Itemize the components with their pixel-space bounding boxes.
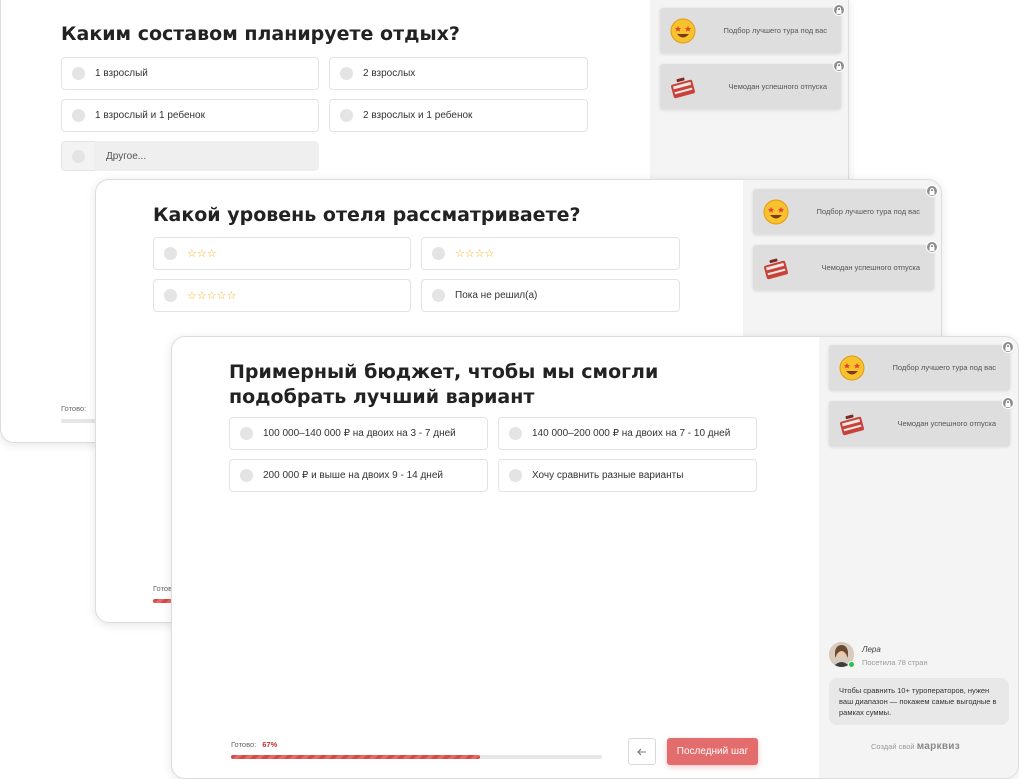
online-status-icon xyxy=(848,661,855,668)
option-label: Хочу сравнить разные варианты xyxy=(532,470,684,481)
question-title: Примерный бюджет, чтобы мы смогли подобр… xyxy=(229,361,659,408)
lock-icon xyxy=(833,4,845,16)
option-budget-140-200[interactable]: 140 000–200 000 ₽ на двоих на 7 - 10 дне… xyxy=(498,417,757,450)
brand-logo: марквиз xyxy=(916,741,961,752)
option-1-adult-1-child[interactable]: 1 взрослый и 1 ребенок xyxy=(61,99,319,132)
option-label: 200 000 ₽ и выше на двоих 9 - 14 дней xyxy=(263,470,443,481)
brand-link[interactable]: Создай свой марквиз xyxy=(871,741,960,752)
radio-icon xyxy=(71,149,85,163)
star-struck-emoji-icon xyxy=(839,355,865,381)
option-label: 1 взрослый xyxy=(95,68,148,79)
option-label: 100 000–140 000 ₽ на двоих на 3 - 7 дней xyxy=(263,428,456,439)
back-button[interactable] xyxy=(628,738,656,765)
radio-icon xyxy=(432,289,445,302)
option-label: 2 взрослых xyxy=(363,68,416,79)
lock-icon xyxy=(926,241,938,253)
radio-icon xyxy=(509,427,522,440)
option-undecided[interactable]: Пока не решил(а) xyxy=(421,279,680,312)
lock-icon xyxy=(833,60,845,72)
progress-fill xyxy=(231,755,480,759)
bonus-label: Чемодан успешного отпуска xyxy=(821,262,920,272)
bonus-label: Подбор лучшего тура под вас xyxy=(892,362,996,372)
suitcase-icon xyxy=(671,77,695,99)
lock-icon xyxy=(926,185,938,197)
option-compare[interactable]: Хочу сравнить разные варианты xyxy=(498,459,757,492)
option-label: 140 000–200 000 ₽ на двоих на 7 - 10 дне… xyxy=(532,428,731,439)
bonus-label: Подбор лучшего тура под вас xyxy=(723,25,827,35)
option-4-stars[interactable]: ☆☆☆☆ xyxy=(421,237,680,270)
bonus-card-suitcase: Чемодан успешного отпуска xyxy=(829,397,1014,446)
bonus-card-tour: Подбор лучшего тура под вас xyxy=(829,341,1014,390)
radio-icon xyxy=(340,109,353,122)
radio-icon xyxy=(164,247,177,260)
bonus-card-tour: Подбор лучшего тура под вас xyxy=(753,185,938,234)
consultant-name: Лера xyxy=(862,645,881,654)
question-title: Какой уровень отеля рассматриваете? xyxy=(153,204,581,226)
radio-icon xyxy=(240,469,253,482)
option-2-adults[interactable]: 2 взрослых xyxy=(329,57,588,90)
question-title: Каким составом планируете отдых? xyxy=(61,23,460,45)
suitcase-icon xyxy=(764,258,788,280)
option-budget-200-plus[interactable]: 200 000 ₽ и выше на двоих 9 - 14 дней xyxy=(229,459,488,492)
progress-label: Готово: xyxy=(61,404,87,413)
progress-value: 67% xyxy=(262,740,278,749)
option-1-adult[interactable]: 1 взрослый xyxy=(61,57,319,90)
bonus-label: Чемодан успешного отпуска xyxy=(897,418,996,428)
other-input[interactable]: Другое... xyxy=(94,141,319,171)
lock-icon xyxy=(1002,341,1014,353)
option-label: 1 взрослый и 1 ребенок xyxy=(95,110,205,121)
option-label: 2 взрослых и 1 ребенок xyxy=(363,110,473,121)
bonus-card-suitcase: Чемодан успешного отпуска xyxy=(753,241,938,290)
radio-icon xyxy=(72,67,85,80)
option-5-stars[interactable]: ☆☆☆☆☆ xyxy=(153,279,411,312)
arrow-left-icon xyxy=(637,748,646,755)
consultant-subtitle: Посетила 78 стран xyxy=(862,658,928,667)
radio-icon xyxy=(240,427,253,440)
suitcase-icon xyxy=(840,414,864,436)
option-2-adults-1-child[interactable]: 2 взрослых и 1 ребенок xyxy=(329,99,588,132)
bonus-label: Чемодан успешного отпуска xyxy=(728,81,827,91)
option-label: Пока не решил(а) xyxy=(455,290,538,301)
option-budget-100-140[interactable]: 100 000–140 000 ₽ на двоих на 3 - 7 дней xyxy=(229,417,488,450)
next-step-button[interactable]: Последний шаг xyxy=(667,738,758,765)
stars-icon: ☆☆☆☆ xyxy=(455,248,495,260)
option-other[interactable]: Другое... xyxy=(61,141,319,171)
radio-icon xyxy=(164,289,177,302)
option-3-stars[interactable]: ☆☆☆ xyxy=(153,237,411,270)
progress-bar xyxy=(231,755,602,759)
other-radio[interactable] xyxy=(61,141,94,171)
progress-label: Готово: 67% xyxy=(231,740,278,749)
radio-icon xyxy=(432,247,445,260)
radio-icon xyxy=(72,109,85,122)
radio-icon xyxy=(340,67,353,80)
bonus-sidebar: Подбор лучшего тура под вас Чемодан успе… xyxy=(819,337,1018,778)
bonus-card-suitcase: Чемодан успешного отпуска xyxy=(660,60,845,109)
star-struck-emoji-icon xyxy=(763,199,789,225)
lock-icon xyxy=(1002,397,1014,409)
stars-icon: ☆☆☆☆☆ xyxy=(187,290,237,302)
radio-icon xyxy=(509,469,522,482)
bonus-label: Подбор лучшего тура под вас xyxy=(816,206,920,216)
consultant-message: Чтобы сравнить 10+ туроператоров, нужен … xyxy=(829,678,1009,725)
consultant-header: Лера Посетила 78 стран xyxy=(829,642,1009,672)
bonus-card-tour: Подбор лучшего тура под вас xyxy=(660,4,845,53)
star-struck-emoji-icon xyxy=(670,18,696,44)
quiz-card-step-3: Примерный бюджет, чтобы мы смогли подобр… xyxy=(171,336,1019,779)
stars-icon: ☆☆☆ xyxy=(187,248,217,260)
